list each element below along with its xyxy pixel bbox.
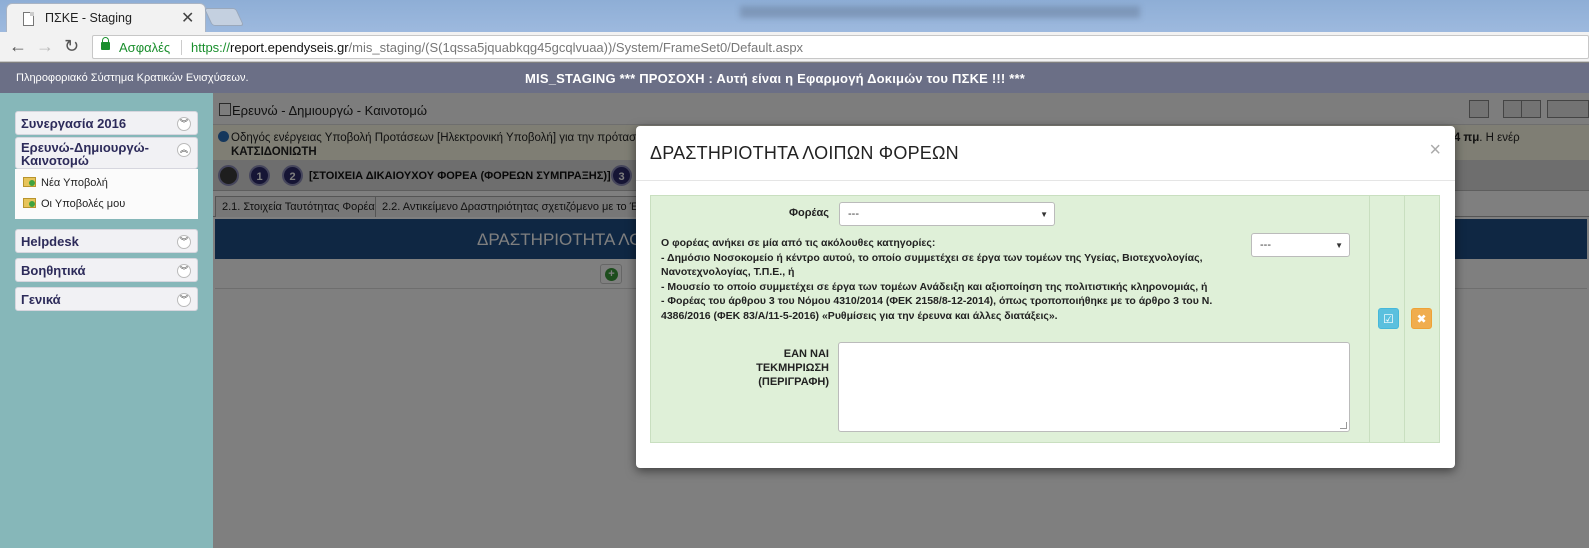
cancel-row-button[interactable]: ✖ xyxy=(1411,308,1432,329)
folder-icon xyxy=(23,177,36,187)
sidebar-item-my-submissions[interactable]: Οι Υποβολές μου xyxy=(23,198,125,210)
foreas-label: Φορέας xyxy=(789,207,829,219)
sidebar-item-label: Οι Υποβολές μου xyxy=(41,198,126,210)
sidebar-section-label: Συνεργασία 2016 xyxy=(21,116,127,131)
sidebar-section-genika[interactable]: Γενικά ︾ xyxy=(15,287,198,311)
chevron-down-icon[interactable]: ︾ xyxy=(177,264,191,278)
justification-textarea[interactable] xyxy=(838,342,1350,432)
staging-notice: MIS_STAGING *** ΠΡΟΣΟΧΗ : Αυτή είναι η Ε… xyxy=(525,71,1026,86)
chevron-down-icon[interactable]: ︾ xyxy=(177,117,191,131)
category-option-museum: - Μουσείο το οποίο συμμετέχει σε έργα τω… xyxy=(661,280,1208,293)
sidebar-section-label: Helpdesk xyxy=(21,234,79,249)
sidebar-section-label: Γενικά xyxy=(21,292,61,307)
modal-title: ΔΡΑΣΤΗΡΙΟΤΗΤΑ ΛΟΙΠΩΝ ΦΟΡΕΩΝ xyxy=(650,143,959,163)
address-bar[interactable]: Ασφαλές https://report.ependyseis.gr/mis… xyxy=(92,35,1589,59)
sidebar-submenu: Νέα Υποβολή Οι Υποβολές μου xyxy=(15,169,198,219)
url-host: report.ependyseis.gr xyxy=(230,40,349,55)
chevron-down-icon[interactable]: ︾ xyxy=(177,235,191,249)
chevron-up-icon[interactable]: ︽ xyxy=(177,143,191,157)
window-title-blurred xyxy=(740,6,1140,18)
modal-divider xyxy=(636,180,1455,181)
browser-toolbar: ← → ↻ Ασφαλές https://report.ependyseis.… xyxy=(0,32,1589,62)
save-row-button[interactable]: ☑ xyxy=(1378,308,1399,329)
sidebar-section-erevno[interactable]: Ερευνώ-Δημιουργώ-Καινοτομώ ︽ xyxy=(15,137,198,169)
folder-icon xyxy=(23,198,36,208)
foreas-select[interactable]: --- ▼ xyxy=(839,202,1055,226)
dropdown-arrow-icon: ▼ xyxy=(1040,210,1048,219)
activity-modal: ΔΡΑΣΤΗΡΙΟΤΗΤΑ ΛΟΙΠΩΝ ΦΟΡΕΩΝ × Φορέας ---… xyxy=(636,126,1455,468)
url-text: https://report.ependyseis.gr/mis_staging… xyxy=(191,40,803,55)
sidebar-section-label: Βοηθητικά xyxy=(21,263,86,278)
close-icon[interactable]: × xyxy=(1429,140,1441,160)
category-option-hospital: - Δημόσιο Νοσοκομείο ή κέντρο αυτού, το … xyxy=(661,251,1203,279)
sidebar-section-voithitika[interactable]: Βοηθητικά ︾ xyxy=(15,258,198,282)
secure-label: Ασφαλές xyxy=(119,40,171,55)
sidebar-section-helpdesk[interactable]: Helpdesk ︾ xyxy=(15,229,198,253)
column-divider xyxy=(1404,196,1405,442)
system-name: Πληροφοριακό Σύστημα Κρατικών Ενισχύσεων… xyxy=(16,72,249,84)
address-separator xyxy=(181,40,182,55)
category-select-value: --- xyxy=(1260,239,1271,251)
category-intro: Ο φορέας ανήκει σε μία από τις ακόλουθες… xyxy=(661,237,936,249)
page-favicon-icon xyxy=(23,12,34,26)
lock-icon xyxy=(101,37,110,50)
new-tab-button[interactable] xyxy=(203,8,245,26)
browser-tab[interactable]: ΠΣΚΕ - Staging ✕ xyxy=(6,3,206,32)
url-path: /mis_staging/(S(1qssa5jquabkqg45gcqlvuaa… xyxy=(348,40,804,55)
column-divider xyxy=(1369,196,1370,442)
reload-icon[interactable]: ↻ xyxy=(64,36,79,56)
activity-form-row: Φορέας --- ▼ Ο φορέας ανήκει σε μία από … xyxy=(650,195,1440,443)
foreas-select-value: --- xyxy=(848,208,859,220)
sidebar: Συνεργασία 2016 ︾ Ερευνώ-Δημιουργώ-Καινο… xyxy=(0,93,213,548)
sidebar-section-label: Ερευνώ-Δημιουργώ-Καινοτομώ xyxy=(21,140,149,168)
browser-tab-title: ΠΣΚΕ - Staging xyxy=(45,11,132,25)
browser-tab-strip: ΠΣΚΕ - Staging ✕ xyxy=(0,0,1589,32)
category-select[interactable]: --- ▼ xyxy=(1251,233,1350,257)
sidebar-item-new-submission[interactable]: Νέα Υποβολή xyxy=(23,177,108,189)
category-description: Ο φορέας ανήκει σε μία από τις ακόλουθες… xyxy=(661,236,1236,324)
chevron-down-icon[interactable]: ︾ xyxy=(177,293,191,307)
url-scheme: https:// xyxy=(191,40,231,55)
justification-label: ΕΑΝ ΝΑΙ ΤΕΚΜΗΡΙΩΣΗ (ΠΕΡΙΓΡΑΦΗ) xyxy=(756,348,829,388)
tab-close-icon[interactable]: ✕ xyxy=(181,8,194,28)
back-icon[interactable]: ← xyxy=(9,36,27,56)
category-option-law: - Φορέας του άρθρου 3 του Νόμου 4310/201… xyxy=(661,295,1213,322)
dropdown-arrow-icon: ▼ xyxy=(1335,241,1343,250)
sidebar-section-synergasia[interactable]: Συνεργασία 2016 ︾ xyxy=(15,111,198,135)
sidebar-item-label: Νέα Υποβολή xyxy=(41,177,108,189)
app-header: Πληροφοριακό Σύστημα Κρατικών Ενισχύσεων… xyxy=(0,63,1589,93)
forward-icon[interactable]: → xyxy=(36,36,54,56)
